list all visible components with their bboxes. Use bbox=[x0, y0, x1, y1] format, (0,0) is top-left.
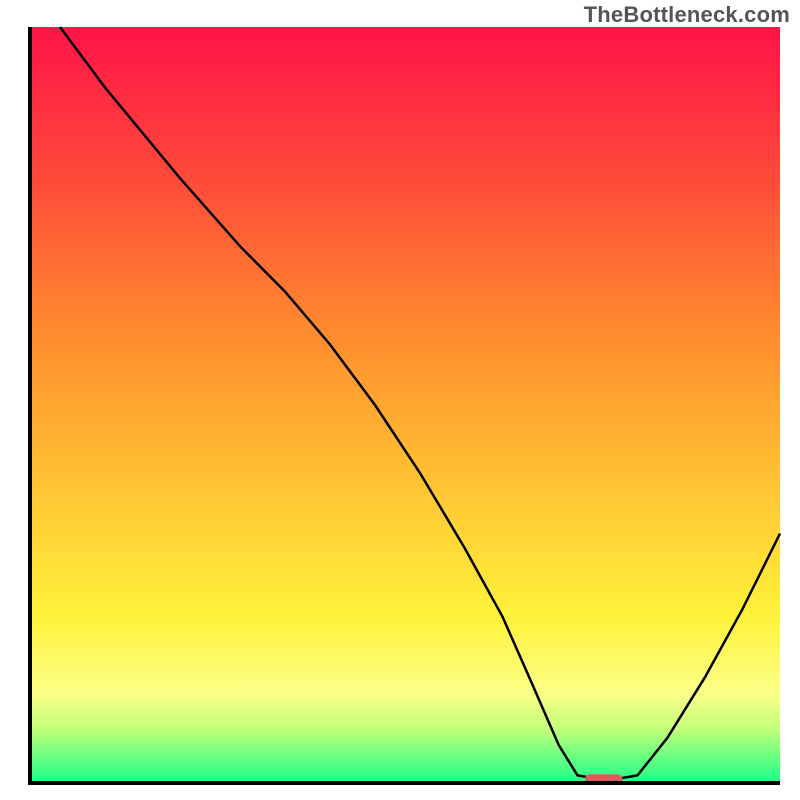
chart-svg bbox=[0, 0, 800, 800]
plot-background bbox=[30, 27, 780, 783]
watermark-text: TheBottleneck.com bbox=[584, 2, 790, 28]
plot-area bbox=[30, 27, 780, 784]
chart-container: TheBottleneck.com bbox=[0, 0, 800, 800]
